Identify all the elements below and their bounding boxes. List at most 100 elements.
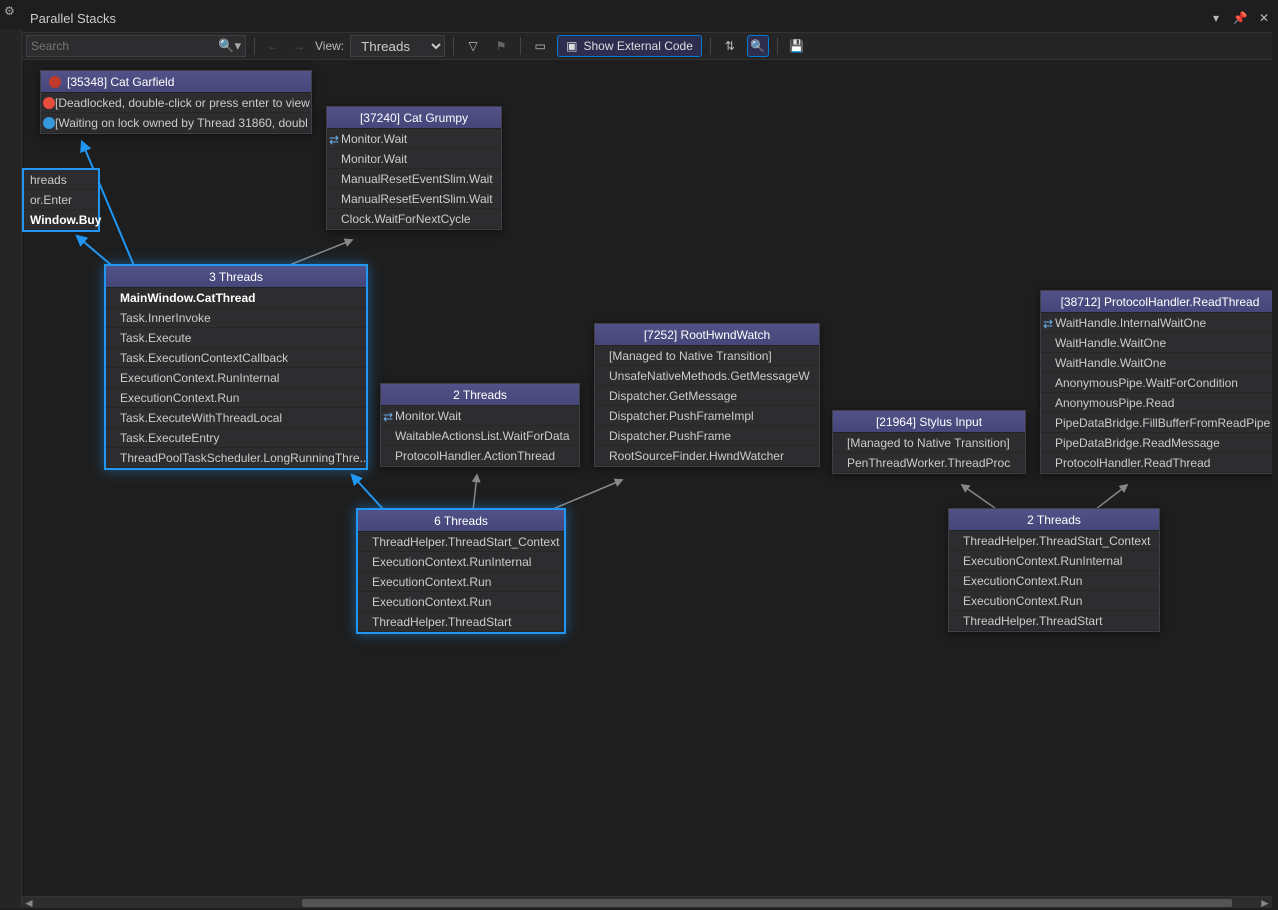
graph-canvas[interactable]: [35348] Cat Garfield [Deadlocked, double… — [22, 60, 1272, 896]
node-row[interactable]: [Deadlocked, double-click or press enter… — [41, 93, 311, 113]
scroll-right-icon[interactable]: ► — [1258, 897, 1272, 909]
separator — [520, 37, 521, 55]
node-row[interactable]: or.Enter — [24, 190, 98, 210]
node-row[interactable]: ExecutionContext.RunInternal — [358, 552, 564, 572]
node-row[interactable]: ThreadHelper.ThreadStart — [358, 612, 564, 632]
thread-group-node-2b[interactable]: 2 Threads ThreadHelper.ThreadStart_Conte… — [948, 508, 1160, 632]
node-row[interactable]: ThreadHelper.ThreadStart_Context — [358, 532, 564, 552]
node-row[interactable]: MainWindow.CatThread — [106, 288, 366, 308]
node-row[interactable]: AnonymousPipe.WaitForCondition — [1041, 373, 1272, 393]
node-row[interactable]: Task.ExecuteEntry — [106, 428, 366, 448]
pin-icon[interactable]: 📌 — [1232, 10, 1248, 26]
toggle-method-view-icon[interactable]: ▭ — [529, 35, 551, 57]
thread-node-grumpy[interactable]: [37240] Cat Grumpy ⇄Monitor.Wait Monitor… — [326, 106, 502, 230]
no-entry-icon — [49, 76, 61, 88]
node-row[interactable]: UnsafeNativeMethods.GetMessageW — [595, 366, 819, 386]
node-row[interactable]: [Managed to Native Transition] — [833, 433, 1025, 453]
nav-back-button[interactable]: ← — [263, 39, 283, 53]
node-row[interactable]: ManualResetEventSlim.Wait — [327, 189, 501, 209]
node-row[interactable]: [Managed to Native Transition] — [595, 346, 819, 366]
node-row[interactable]: WaitHandle.WaitOne — [1041, 333, 1272, 353]
node-header[interactable]: 3 Threads — [106, 266, 366, 288]
node-row[interactable]: ThreadPoolTaskScheduler.LongRunningThre.… — [106, 448, 366, 468]
horizontal-scrollbar[interactable]: ◄ ► — [22, 896, 1272, 908]
node-row[interactable]: ExecutionContext.RunInternal — [949, 551, 1159, 571]
node-row[interactable]: ProtocolHandler.ActionThread — [381, 446, 579, 466]
scroll-left-icon[interactable]: ◄ — [22, 897, 36, 909]
node-row[interactable]: ThreadHelper.ThreadStart_Context — [949, 531, 1159, 551]
node-row[interactable]: Task.InnerInvoke — [106, 308, 366, 328]
thread-node-stylus[interactable]: [21964] Stylus Input [Managed to Native … — [832, 410, 1026, 474]
separator — [254, 37, 255, 55]
node-row[interactable]: ThreadHelper.ThreadStart — [949, 611, 1159, 631]
window-controls: ▾ 📌 ✕ — [1208, 10, 1272, 26]
node-title: [37240] Cat Grumpy — [360, 111, 468, 125]
node-row[interactable]: ⇄Monitor.Wait — [381, 406, 579, 426]
thread-group-node-2a[interactable]: 2 Threads ⇄Monitor.Wait WaitableActionsL… — [380, 383, 580, 467]
node-row[interactable]: Dispatcher.GetMessage — [595, 386, 819, 406]
titlebar: Parallel Stacks ▾ 📌 ✕ — [22, 6, 1272, 30]
node-header[interactable]: [35348] Cat Garfield — [41, 71, 311, 93]
node-header[interactable]: [37240] Cat Grumpy — [327, 107, 501, 129]
node-row[interactable]: Monitor.Wait — [327, 149, 501, 169]
node-row[interactable]: Task.ExecutionContextCallback — [106, 348, 366, 368]
flag-icon[interactable]: ⚑ — [490, 35, 512, 57]
node-header[interactable]: [38712] ProtocolHandler.ReadThread — [1041, 291, 1272, 313]
node-row[interactable]: PenThreadWorker.ThreadProc — [833, 453, 1025, 473]
node-row[interactable]: ExecutionContext.RunInternal — [106, 368, 366, 388]
node-row[interactable]: ExecutionContext.Run — [949, 591, 1159, 611]
view-select[interactable]: Threads — [350, 35, 445, 57]
node-row[interactable]: Task.Execute — [106, 328, 366, 348]
node-row[interactable]: ⇄WaitHandle.InternalWaitOne — [1041, 313, 1272, 333]
autoscroll-icon[interactable]: ⇅ — [719, 35, 741, 57]
node-header[interactable]: 6 Threads — [358, 510, 564, 532]
node-header[interactable]: [7252] RootHwndWatch — [595, 324, 819, 346]
thread-node-garfield[interactable]: [35348] Cat Garfield [Deadlocked, double… — [40, 70, 312, 134]
close-icon[interactable]: ✕ — [1256, 10, 1272, 26]
zoom-icon[interactable]: 🔍 — [747, 35, 769, 57]
async-icon: ⇄ — [329, 133, 341, 145]
node-row[interactable]: AnonymousPipe.Read — [1041, 393, 1272, 413]
node-row[interactable]: PipeDataBridge.ReadMessage — [1041, 433, 1272, 453]
node-row[interactable]: ExecutionContext.Run — [358, 592, 564, 612]
chevron-down-icon[interactable]: ▾ — [1208, 10, 1224, 26]
thread-node-readthread[interactable]: [38712] ProtocolHandler.ReadThread ⇄Wait… — [1040, 290, 1272, 474]
node-header[interactable]: 2 Threads — [381, 384, 579, 406]
node-row[interactable]: ExecutionContext.Run — [949, 571, 1159, 591]
node-row[interactable]: ManualResetEventSlim.Wait — [327, 169, 501, 189]
show-external-code-button[interactable]: ▣ Show External Code — [557, 35, 702, 57]
node-header[interactable]: 2 Threads — [949, 509, 1159, 531]
scrollbar-thumb[interactable] — [302, 899, 1232, 907]
separator — [453, 37, 454, 55]
async-icon: ⇄ — [383, 410, 395, 422]
node-row[interactable]: ⇄Monitor.Wait — [327, 129, 501, 149]
thread-node-partial[interactable]: hreads or.Enter Window.Buy — [22, 168, 100, 232]
node-row[interactable]: WaitableActionsList.WaitForData — [381, 426, 579, 446]
node-row[interactable]: WaitHandle.WaitOne — [1041, 353, 1272, 373]
node-row[interactable]: Dispatcher.PushFrameImpl — [595, 406, 819, 426]
node-row[interactable]: RootSourceFinder.HwndWatcher — [595, 446, 819, 466]
node-row[interactable]: Dispatcher.PushFrame — [595, 426, 819, 446]
node-row[interactable]: ExecutionContext.Run — [358, 572, 564, 592]
filter-icon[interactable]: ▽ — [462, 35, 484, 57]
gear-icon[interactable]: ⚙ — [4, 4, 18, 18]
node-header[interactable]: [21964] Stylus Input — [833, 411, 1025, 433]
thread-node-roothwnd[interactable]: [7252] RootHwndWatch [Managed to Native … — [594, 323, 820, 467]
connectors — [22, 60, 1272, 896]
node-row[interactable]: ProtocolHandler.ReadThread — [1041, 453, 1272, 473]
nav-forward-button[interactable]: → — [289, 39, 309, 53]
node-row[interactable]: Task.ExecuteWithThreadLocal — [106, 408, 366, 428]
node-title: [7252] RootHwndWatch — [644, 328, 770, 342]
node-row[interactable]: PipeDataBridge.FillBufferFromReadPipe — [1041, 413, 1272, 433]
thread-group-node-6[interactable]: 6 Threads ThreadHelper.ThreadStart_Conte… — [356, 508, 566, 634]
node-row[interactable]: ExecutionContext.Run — [106, 388, 366, 408]
thread-group-node-3[interactable]: 3 Threads MainWindow.CatThread Task.Inne… — [104, 264, 368, 470]
node-row[interactable]: Clock.WaitForNextCycle — [327, 209, 501, 229]
node-row[interactable]: [Waiting on lock owned by Thread 31860, … — [41, 113, 311, 133]
search-input[interactable] — [31, 39, 218, 53]
save-icon[interactable]: 💾 — [786, 35, 808, 57]
search-box[interactable]: 🔍▾ — [26, 35, 246, 57]
node-row[interactable]: Window.Buy — [24, 210, 98, 230]
node-row[interactable]: hreads — [24, 170, 98, 190]
search-icon[interactable]: 🔍▾ — [218, 38, 241, 54]
